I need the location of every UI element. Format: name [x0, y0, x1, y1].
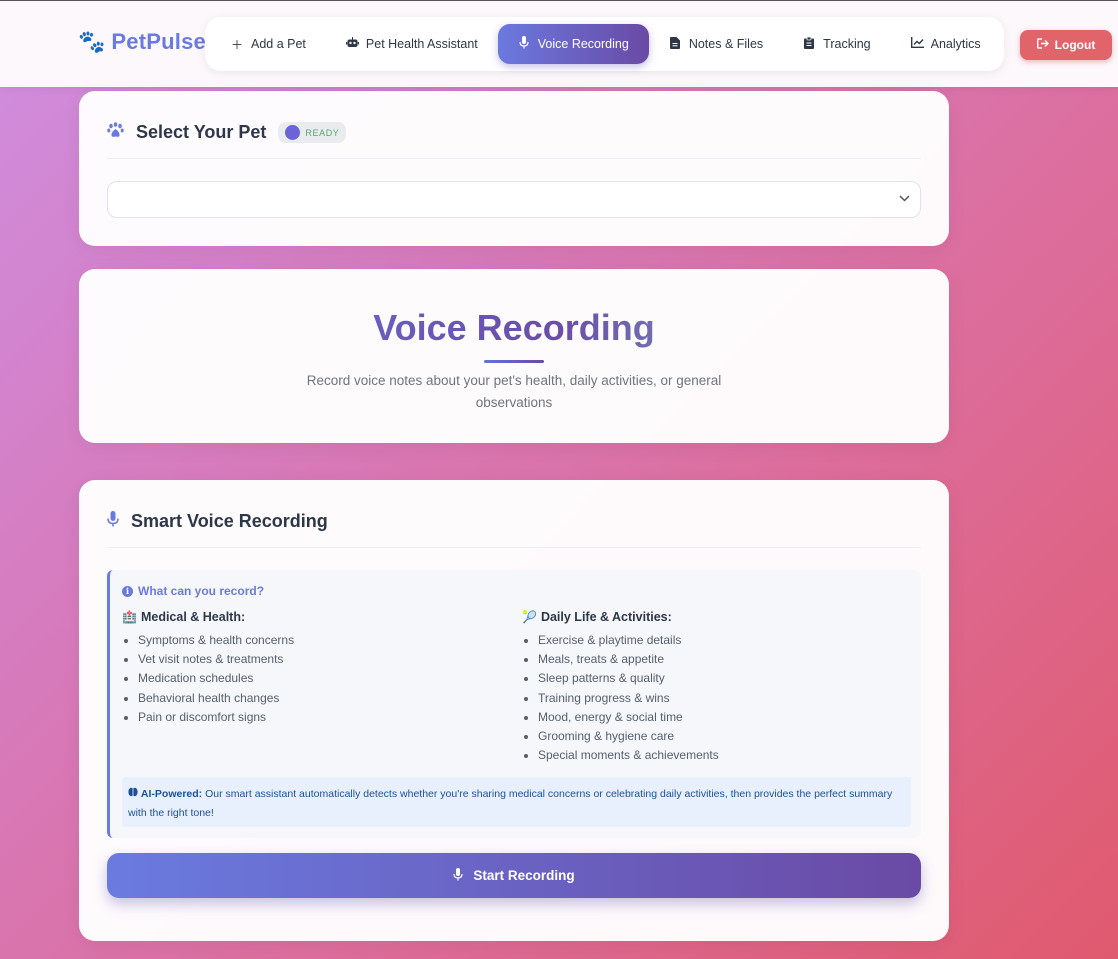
microphone-icon — [107, 511, 119, 532]
file-icon — [669, 36, 681, 52]
nav-tracking[interactable]: Tracking — [783, 24, 890, 64]
daily-heading: 🎾 Daily Life & Activities: — [522, 610, 912, 624]
status-badge: READY — [278, 122, 347, 143]
brain-icon — [128, 787, 141, 800]
select-pet-title: Select Your Pet — [136, 122, 267, 142]
ai-powered-label: AI-Powered: — [140, 788, 203, 800]
page-subtitle: Record voice notes about your pet's heal… — [306, 373, 722, 410]
list-item: Exercise & playtime details — [538, 631, 912, 650]
voice-recording-hero: Voice Recording Record voice notes about… — [79, 269, 949, 443]
nav-label: Voice Recording — [537, 37, 629, 51]
select-pet-header: Select Your Pet READY — [107, 119, 921, 159]
medical-list: Symptoms & health concerns Vet visit not… — [122, 631, 512, 727]
info-heading-text: What can you record? — [138, 584, 265, 598]
list-item: Pain or discomfort signs — [138, 708, 512, 727]
nav-analytics[interactable]: Analytics — [891, 24, 1001, 64]
top-header: 🐾 PetPulse ＋ Add a Pet Pet Health Assist… — [0, 0, 1118, 87]
title-underline — [484, 360, 544, 363]
list-item: Mood, energy & social time — [538, 708, 912, 727]
microphone-icon — [518, 36, 530, 52]
list-item: Sleep patterns & quality — [538, 669, 912, 688]
smart-voice-recording-card: Smart Voice Recording i What can you rec… — [79, 480, 949, 941]
start-recording-label: Start Recording — [473, 868, 575, 883]
list-item: Behavioral health changes — [138, 689, 512, 708]
medical-heading: 🏥 Medical & Health: — [122, 610, 512, 624]
nav-label: Add a Pet — [251, 37, 306, 51]
medical-heading-text: Medical & Health: — [140, 610, 246, 624]
paw-icon — [107, 122, 124, 143]
logout-label: Logout — [1054, 38, 1096, 52]
clipboard-icon — [803, 36, 815, 52]
pet-select-dropdown[interactable] — [107, 181, 921, 218]
list-item: Training progress & wins — [538, 689, 912, 708]
ai-powered-note: AI-Powered: Our smart assistant automati… — [122, 777, 911, 827]
nav-label: Analytics — [930, 37, 981, 51]
logout-button[interactable]: Logout — [1020, 30, 1112, 60]
smart-voice-header: Smart Voice Recording — [107, 508, 921, 548]
nav-voice-recording[interactable]: Voice Recording — [497, 24, 649, 64]
daily-life-column: 🎾 Daily Life & Activities: Exercise & pl… — [522, 610, 912, 765]
nav-notes-files[interactable]: Notes & Files — [649, 24, 783, 64]
info-heading: i What can you record? — [122, 584, 264, 598]
medical-column: 🏥 Medical & Health: Symptoms & health co… — [122, 610, 512, 727]
nav-label: Notes & Files — [688, 37, 764, 51]
list-item: Symptoms & health concerns — [138, 631, 512, 650]
nav-label: Pet Health Assistant — [365, 37, 478, 51]
list-item: Meals, treats & appetite — [538, 650, 912, 669]
status-badge-label: READY — [305, 127, 340, 138]
daily-heading-text: Daily Life & Activities: — [540, 610, 672, 624]
list-item: Special moments & achievements — [538, 746, 912, 765]
sign-out-icon — [1036, 38, 1049, 52]
chevron-down-icon — [899, 191, 910, 205]
brand-name: PetPulse — [111, 29, 206, 54]
select-pet-card: Select Your Pet READY — [79, 91, 949, 246]
list-item: Grooming & hygiene care — [538, 727, 912, 746]
list-item: Medication schedules — [138, 669, 512, 688]
robot-icon — [345, 37, 359, 51]
smart-voice-title: Smart Voice Recording — [131, 511, 328, 531]
nav-label: Tracking — [823, 37, 871, 51]
paw-icon: 🐾 — [78, 29, 106, 54]
nav-add-pet[interactable]: ＋ Add a Pet — [211, 24, 326, 64]
what-can-you-record-box: i What can you record? 🏥 Medical & Healt… — [107, 570, 921, 838]
nav-pet-health-assistant[interactable]: Pet Health Assistant — [326, 24, 498, 64]
page-title: Voice Recording — [79, 307, 949, 349]
plus-icon: ＋ — [231, 37, 244, 52]
tennis-ball-icon: 🎾 — [522, 610, 537, 624]
main-nav: ＋ Add a Pet Pet Health Assistant Voice R… — [205, 17, 1004, 71]
hospital-icon: 🏥 — [122, 610, 137, 624]
status-dot — [285, 125, 301, 140]
start-recording-button[interactable]: Start Recording — [107, 853, 921, 898]
ai-powered-text: Our smart assistant automatically detect… — [128, 788, 893, 819]
brand-logo[interactable]: 🐾 PetPulse — [78, 29, 206, 55]
info-icon: i — [122, 585, 133, 597]
list-item: Vet visit notes & treatments — [138, 650, 512, 669]
microphone-icon — [453, 867, 463, 884]
daily-list: Exercise & playtime details Meals, treat… — [522, 631, 912, 765]
chart-line-icon — [910, 37, 924, 51]
